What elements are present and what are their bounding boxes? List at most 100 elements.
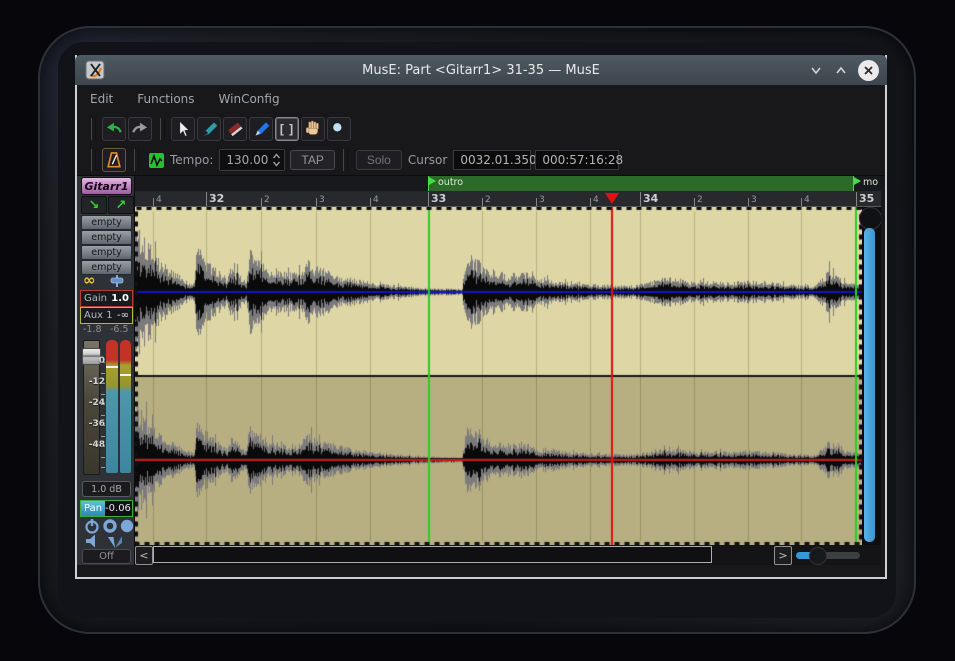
fader-scale-tick xyxy=(101,373,105,374)
fader-scale-tick xyxy=(101,362,105,363)
fader-scale-label: -48 xyxy=(87,440,105,450)
ruler-tick-label: 4 xyxy=(156,195,162,205)
toolbar-handle[interactable] xyxy=(134,149,139,171)
undo-button[interactable] xyxy=(102,117,126,141)
ruler-tick-line xyxy=(370,198,371,206)
tempo-value: 130.00 xyxy=(220,153,272,167)
marker-label: outro xyxy=(438,177,463,188)
fader-db-display[interactable]: 1.0 dB xyxy=(82,481,131,497)
titlebar[interactable]: MusE: Part <Gitarr1> 31-35 — MusE xyxy=(75,55,887,85)
ruler-tick-line xyxy=(640,192,641,206)
marker-label: mo xyxy=(863,177,878,188)
stage: MusE: Part <Gitarr1> 31-35 — MusE Edit Fu… xyxy=(0,0,955,661)
toolbar-handle[interactable] xyxy=(160,118,165,140)
vertical-scrollbar[interactable] xyxy=(864,228,875,542)
ruler-tick-label: 35 xyxy=(859,192,874,205)
toolbar-edit-tools: [ ] xyxy=(77,112,885,145)
fader-scale-tick xyxy=(101,457,105,458)
toolbar-handle[interactable] xyxy=(343,149,348,171)
waveform-canvas[interactable] xyxy=(135,207,862,545)
window-shade-button[interactable] xyxy=(808,62,824,78)
window-close-button[interactable] xyxy=(858,60,879,81)
tool-draw-button[interactable] xyxy=(249,117,273,141)
meter-right-peak-line xyxy=(120,374,131,376)
ruler-tick-label: 32 xyxy=(209,192,224,205)
record-arm-button[interactable] xyxy=(102,518,118,534)
pan-control[interactable]: Pan -0.06 xyxy=(80,500,133,517)
aux-send-control[interactable]: Aux 1 -∞ xyxy=(80,307,133,324)
redo-icon xyxy=(130,119,150,139)
effect-slot[interactable]: empty xyxy=(81,245,132,260)
effect-slot[interactable]: empty xyxy=(81,230,132,245)
ruler-tick-line xyxy=(856,192,857,206)
input-route-button[interactable]: ↘ xyxy=(81,196,107,214)
toolbar-handle[interactable] xyxy=(91,149,96,171)
ruler-tick-label: 3 xyxy=(539,195,545,205)
marker-region-outro xyxy=(428,176,853,191)
effect-slot[interactable]: empty xyxy=(81,260,132,275)
scroll-right-button[interactable]: > xyxy=(774,546,792,565)
toolbar-handle[interactable] xyxy=(91,118,96,140)
wave-editor: outromo 432234332343423435 < > xyxy=(135,176,881,565)
solo-button[interactable]: Solo xyxy=(356,150,402,170)
menu-item-functions[interactable]: Functions xyxy=(137,92,194,106)
output-route-button[interactable]: ↗ xyxy=(108,196,134,214)
cursor-time-field[interactable]: 000:57:16:28 xyxy=(535,150,619,170)
range-icon: [ ] xyxy=(280,122,294,136)
chevron-down-icon xyxy=(809,63,823,77)
ruler-tick-line xyxy=(428,192,429,206)
marker-strip[interactable]: outro mo xyxy=(135,176,881,191)
speaker-icon xyxy=(84,533,100,549)
ruler-tick-line xyxy=(153,198,154,206)
horizontal-scrollbar-thumb[interactable] xyxy=(153,546,712,563)
power-icon xyxy=(84,518,100,534)
tool-pan-button[interactable] xyxy=(301,117,325,141)
fader-scale-tick xyxy=(101,425,105,426)
menu-item-edit[interactable]: Edit xyxy=(90,92,113,106)
ruler-tick-label: 2 xyxy=(485,195,491,205)
ruler-tick-line xyxy=(316,198,317,206)
effect-slot[interactable]: empty xyxy=(81,215,132,230)
marker-flag-icon[interactable] xyxy=(854,177,861,185)
arrow-down-right-icon: ↘ xyxy=(89,199,100,212)
pan-hand-icon xyxy=(303,119,323,139)
toolbar-transport: Tempo: 130.00 TAP Solo Cursor 0032.01.35… xyxy=(77,145,885,176)
tool-pencil-button[interactable] xyxy=(197,117,221,141)
spinner-arrows-icon[interactable] xyxy=(272,152,284,168)
tap-button[interactable]: TAP xyxy=(290,150,334,170)
tool-pointer-button[interactable] xyxy=(171,117,195,141)
menu-item-winconfig[interactable]: WinConfig xyxy=(219,92,280,106)
ring-icon xyxy=(102,518,118,534)
track-off-button[interactable]: Off xyxy=(82,549,131,564)
gain-control[interactable]: Gain 1.0 xyxy=(80,290,133,307)
ruler-tick-line xyxy=(590,198,591,206)
redo-button[interactable] xyxy=(128,117,152,141)
tool-range-button[interactable]: [ ] xyxy=(275,117,299,141)
meter-right xyxy=(120,340,131,473)
ruler-tick-label: 2 xyxy=(264,195,270,205)
hzoom-slider-knob[interactable] xyxy=(809,547,827,565)
solo-dot-button[interactable] xyxy=(119,518,135,534)
tempo-spinbox[interactable]: 130.00 xyxy=(219,149,285,171)
gain-value: 1.0 xyxy=(111,293,132,304)
metronome-button[interactable] xyxy=(102,148,126,172)
muse-window: MusE: Part <Gitarr1> 31-35 — MusE Edit Fu… xyxy=(75,55,887,579)
window-rollup-button[interactable] xyxy=(833,62,849,78)
tool-zoom-button[interactable] xyxy=(327,117,351,141)
track-name-button[interactable]: Gitarr1 xyxy=(81,177,132,195)
scroll-left-button[interactable]: < xyxy=(135,546,153,565)
ruler-tick-label: 4 xyxy=(804,195,810,205)
monitor-button[interactable] xyxy=(105,533,125,549)
tool-eraser-button[interactable] xyxy=(223,117,247,141)
mute-button[interactable] xyxy=(84,533,100,549)
vertical-zoom-knob[interactable] xyxy=(859,207,881,230)
power-button[interactable] xyxy=(84,518,100,534)
fader-scale-label: -12 xyxy=(87,377,105,387)
meter-left xyxy=(106,340,118,473)
marker-flag-icon[interactable] xyxy=(429,177,436,185)
cursor-position-field[interactable]: 0032.01.350 xyxy=(453,150,531,170)
main-area: Gitarr1 ↘ ↗ ∞ Gain 1.0 Aux 1 -∞ xyxy=(77,176,885,565)
ruler-playhead-marker[interactable] xyxy=(605,193,619,204)
fader-scale-tick xyxy=(101,394,105,395)
timeline-ruler[interactable]: 432234332343423435 xyxy=(135,191,881,207)
